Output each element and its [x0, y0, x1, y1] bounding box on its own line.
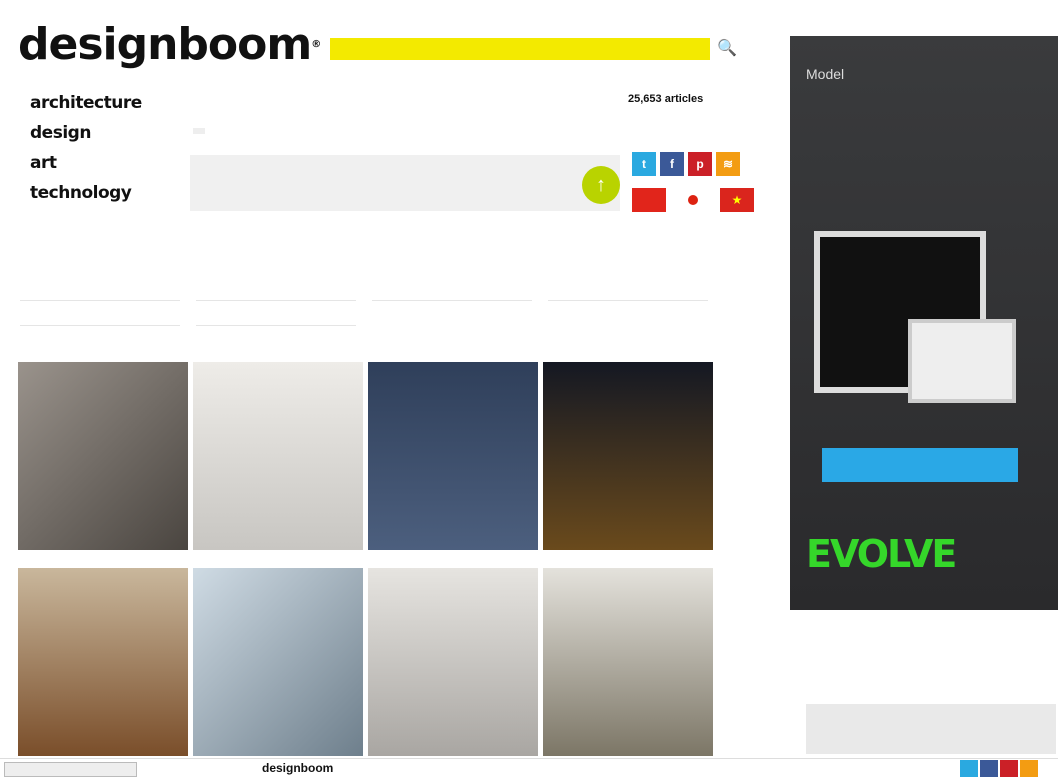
- product-image[interactable]: [193, 362, 363, 550]
- product-card[interactable]: [193, 554, 363, 756]
- tab-active[interactable]: [193, 128, 205, 134]
- product-card[interactable]: [18, 348, 188, 550]
- japan-flag-icon[interactable]: [676, 188, 710, 212]
- ad-laptop-image: [908, 319, 1016, 403]
- product-image[interactable]: [368, 362, 538, 550]
- product-label: [18, 554, 188, 568]
- pinterest-icon[interactable]: [1000, 760, 1018, 777]
- logo-text: designboom: [18, 19, 312, 70]
- product-filters: [20, 284, 710, 334]
- product-image[interactable]: [543, 362, 713, 550]
- search-icon[interactable]: 🔍: [716, 38, 738, 60]
- product-card[interactable]: [368, 554, 538, 756]
- ad-cta-button[interactable]: [822, 448, 1018, 482]
- search-input[interactable]: [330, 38, 710, 60]
- rss-icon[interactable]: ≋: [716, 152, 740, 176]
- filter-select[interactable]: [196, 284, 356, 301]
- ad-title: Model: [806, 66, 844, 82]
- product-label: [193, 348, 363, 362]
- product-grid: [18, 348, 718, 756]
- facebook-icon[interactable]: [980, 760, 998, 777]
- product-card[interactable]: [193, 348, 363, 550]
- product-label: [543, 348, 713, 362]
- article-count: 25,653 articles: [628, 93, 704, 105]
- filter-select[interactable]: [196, 309, 356, 326]
- product-label: [18, 348, 188, 362]
- promo-arrow-button[interactable]: ↑: [582, 166, 620, 204]
- product-image[interactable]: [18, 362, 188, 550]
- product-image[interactable]: [18, 568, 188, 756]
- product-label: [543, 554, 713, 568]
- product-card[interactable]: [368, 348, 538, 550]
- product-image[interactable]: [543, 568, 713, 756]
- product-card[interactable]: [18, 554, 188, 756]
- footer-bar: designboom: [0, 758, 1058, 778]
- category-nav: architecture design art technology: [30, 88, 142, 208]
- footer-social: [960, 760, 1038, 777]
- filter-select[interactable]: [372, 284, 532, 301]
- twitter-icon[interactable]: [960, 760, 978, 777]
- rss-icon[interactable]: [1020, 760, 1038, 777]
- twitter-icon[interactable]: t: [632, 152, 656, 176]
- facebook-icon[interactable]: f: [660, 152, 684, 176]
- category-technology[interactable]: technology: [30, 178, 142, 208]
- subnav-secondary: [193, 128, 265, 134]
- ad-title-a: Model: [806, 66, 845, 82]
- site-logo[interactable]: designboom®: [18, 19, 321, 70]
- ad-logo: EVOLVE: [806, 532, 957, 576]
- sidebar-ad[interactable]: Model EVOLVE: [790, 36, 1058, 610]
- social-links: t f p ≋: [632, 152, 740, 176]
- category-architecture[interactable]: architecture: [30, 88, 142, 118]
- pinterest-icon[interactable]: p: [688, 152, 712, 176]
- product-image[interactable]: [193, 568, 363, 756]
- product-label: [193, 554, 363, 568]
- filter-select[interactable]: [20, 284, 180, 301]
- browser-status: [4, 762, 137, 777]
- vietnam-flag-icon[interactable]: ★: [720, 188, 754, 212]
- china-flag-icon[interactable]: [632, 188, 666, 212]
- language-flags: ★: [632, 188, 754, 212]
- product-card[interactable]: [543, 554, 713, 756]
- product-image[interactable]: [368, 568, 538, 756]
- category-design[interactable]: design: [30, 118, 142, 148]
- footer-logo[interactable]: designboom: [262, 761, 333, 775]
- product-library-widget[interactable]: [806, 704, 1056, 754]
- product-card[interactable]: [543, 348, 713, 550]
- registered-mark: ®: [311, 39, 321, 50]
- promo-banner: [190, 155, 620, 211]
- product-label: [368, 554, 538, 568]
- filter-select[interactable]: [548, 284, 708, 301]
- filter-select[interactable]: [20, 309, 180, 326]
- product-label: [368, 348, 538, 362]
- category-art[interactable]: art: [30, 148, 142, 178]
